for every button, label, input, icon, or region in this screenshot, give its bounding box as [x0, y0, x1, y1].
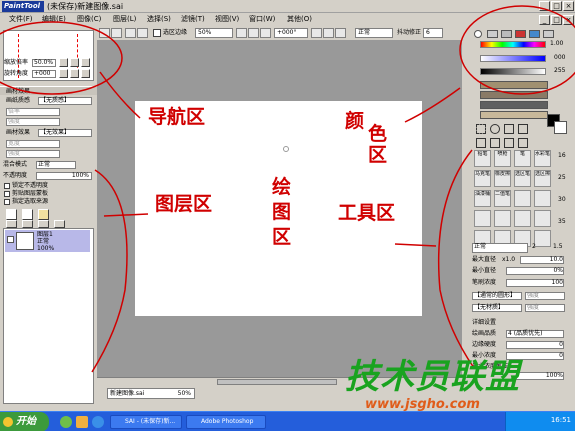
start-button[interactable]: 开始: [0, 412, 49, 431]
taskbar: 开始 SAI - (未保存)新... Adobe Photoshop 16:51: [0, 411, 575, 431]
quicklaunch-icon[interactable]: [76, 416, 88, 428]
quicklaunch-icon[interactable]: [60, 416, 72, 428]
start-label: 开始: [16, 416, 36, 427]
windows-logo-icon: [3, 417, 13, 427]
taskbar-item-photoshop[interactable]: Adobe Photoshop: [186, 415, 266, 429]
clock[interactable]: 16:51: [551, 416, 571, 424]
taskbar-item-sai[interactable]: SAI - (未保存)新...: [110, 415, 182, 429]
quicklaunch-icon[interactable]: [92, 416, 104, 428]
sai-window: PaintTool SAI (未保存)新建图像.sai _ □ × 文件(F) …: [0, 0, 575, 431]
system-tray: 16:51: [505, 412, 575, 431]
watermark-title: 技术员联盟: [345, 357, 520, 397]
watermark-url: www.jsgho.com: [365, 397, 480, 412]
